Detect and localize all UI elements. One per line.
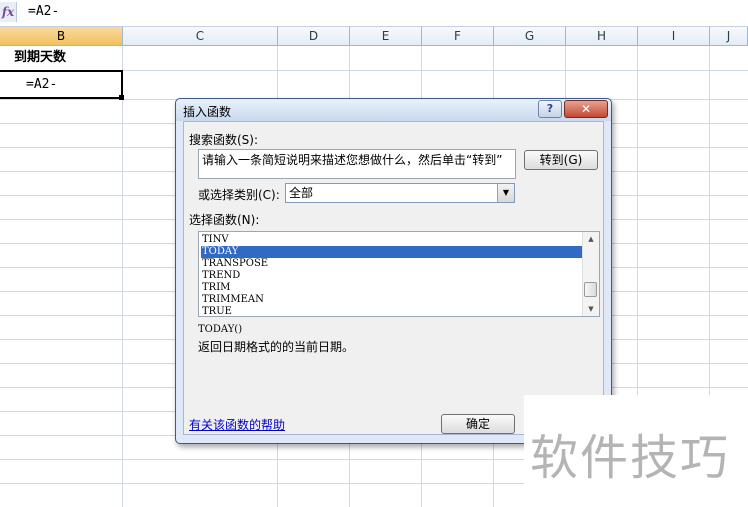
scroll-up-icon[interactable]: ▲ bbox=[583, 232, 599, 246]
function-item-trim[interactable]: TRIM bbox=[201, 282, 582, 294]
function-description: 返回日期格式的的当前日期。 bbox=[198, 340, 355, 354]
scroll-down-icon[interactable]: ▼ bbox=[583, 302, 599, 316]
column-header-i[interactable]: I bbox=[638, 27, 710, 45]
category-value: 全部 bbox=[289, 186, 314, 200]
function-signature: TODAY() bbox=[198, 324, 243, 335]
category-select[interactable]: 全部 ▼ bbox=[285, 183, 515, 203]
category-label: 或选择类别(C): bbox=[198, 188, 280, 202]
column-header-c[interactable]: C bbox=[123, 27, 278, 45]
column-header-e[interactable]: E bbox=[350, 27, 422, 45]
watermark-text: 软件技巧 bbox=[530, 430, 731, 486]
column-header-h[interactable]: H bbox=[566, 27, 638, 45]
function-item-tinv[interactable]: TINV bbox=[201, 234, 582, 246]
formula-input[interactable]: =A2- bbox=[28, 4, 59, 19]
column-header-j[interactable]: J bbox=[710, 27, 748, 45]
formula-bar: fx =A2- bbox=[0, 0, 748, 27]
function-item-trimmean[interactable]: TRIMMEAN bbox=[201, 294, 582, 306]
close-button[interactable]: ✕ bbox=[564, 100, 608, 118]
ok-button[interactable]: 确定 bbox=[441, 414, 515, 434]
insert-function-dialog: 插入函数 ? ✕ 搜索函数(S): 请输入一条简短说明来描述您想做什么，然后单击… bbox=[175, 98, 612, 444]
search-input[interactable]: 请输入一条简短说明来描述您想做什么，然后单击“转到” bbox=[198, 149, 516, 179]
function-fx-icon[interactable]: fx bbox=[0, 2, 17, 22]
goto-button[interactable]: 转到(G) bbox=[524, 150, 598, 170]
function-item-today[interactable]: TODAY bbox=[201, 246, 582, 258]
scroll-thumb[interactable] bbox=[584, 282, 597, 297]
function-list[interactable]: TINV TODAY TRANSPOSE TREND TRIM TRIMMEAN… bbox=[198, 231, 600, 317]
help-button[interactable]: ? bbox=[538, 100, 562, 118]
search-label: 搜索函数(S): bbox=[189, 133, 259, 147]
function-help-link[interactable]: 有关该函数的帮助 bbox=[189, 416, 285, 433]
column-header-d[interactable]: D bbox=[278, 27, 350, 45]
dialog-titlebar[interactable]: 插入函数 ? ✕ bbox=[176, 99, 611, 121]
column-header-row: B C D E F G H I J bbox=[0, 27, 748, 46]
column-header-g[interactable]: G bbox=[494, 27, 566, 45]
dialog-body: 搜索函数(S): 请输入一条简短说明来描述您想做什么，然后单击“转到” 转到(G… bbox=[183, 121, 604, 435]
function-item-trend[interactable]: TREND bbox=[201, 270, 582, 282]
fill-handle[interactable] bbox=[119, 95, 124, 100]
function-item-transpose[interactable]: TRANSPOSE bbox=[201, 258, 582, 270]
dropdown-arrow-icon[interactable]: ▼ bbox=[497, 184, 514, 202]
cell-b1[interactable]: 到期天数 bbox=[0, 46, 122, 70]
column-header-b[interactable]: B bbox=[0, 27, 123, 45]
function-list-scrollbar[interactable]: ▲ ▼ bbox=[582, 232, 599, 316]
dialog-title: 插入函数 bbox=[183, 105, 232, 119]
function-list-label: 选择函数(N): bbox=[189, 213, 260, 227]
active-cell-b2[interactable]: =A2- bbox=[0, 70, 123, 99]
function-item-true[interactable]: TRUE bbox=[201, 306, 582, 316]
column-header-f[interactable]: F bbox=[422, 27, 494, 45]
